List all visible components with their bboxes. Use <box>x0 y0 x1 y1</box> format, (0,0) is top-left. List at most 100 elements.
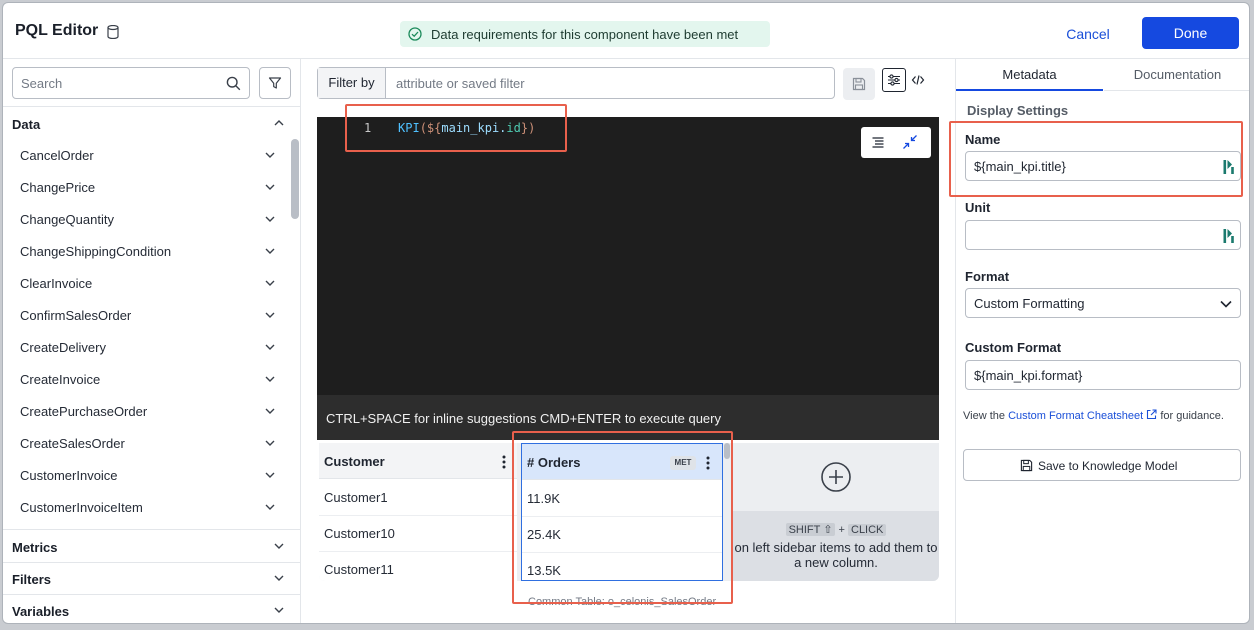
format-lines-icon[interactable] <box>871 135 885 149</box>
list-item-label: ClearInvoice <box>20 276 93 291</box>
table-scrollbar[interactable] <box>724 443 730 459</box>
common-table-label: Common Table: o_celonis_SalesOrder <box>528 596 717 608</box>
chevron-down-icon <box>265 184 275 190</box>
filter-input[interactable] <box>388 68 828 98</box>
list-item-label: CreateInvoice <box>20 372 101 387</box>
list-item[interactable]: ChangePrice <box>3 171 293 203</box>
list-item[interactable]: CustomerInvoice <box>3 459 293 491</box>
list-item[interactable]: CreatePurchaseOrder <box>3 395 293 427</box>
sliders-icon <box>888 74 900 86</box>
list-item[interactable]: ConfirmSalesOrder <box>3 299 293 331</box>
row-separator <box>319 551 517 552</box>
code-view-toggle[interactable] <box>906 68 930 92</box>
left-sidebar: Data CancelOrder ChangePrice ChangeQuant… <box>3 59 301 623</box>
custom-format-input[interactable] <box>966 361 1236 389</box>
banner-text: Data requirements for this component hav… <box>431 27 739 42</box>
list-item[interactable]: CreateInvoice <box>3 363 293 395</box>
list-item[interactable]: ChangeShippingCondition <box>3 235 293 267</box>
list-item-label: CreateSalesOrder <box>20 436 125 451</box>
chevron-down-icon <box>265 472 275 478</box>
list-item-label: CustomerInvoiceItem <box>20 500 143 515</box>
section-label: Metrics <box>12 540 58 555</box>
list-item[interactable]: ChangeQuantity <box>3 203 293 235</box>
row-separator <box>522 552 722 553</box>
unit-input[interactable] <box>966 221 1211 249</box>
database-icon[interactable] <box>107 25 119 39</box>
chevron-down-icon <box>265 376 275 382</box>
page-title: PQL Editor <box>15 22 99 39</box>
divider <box>3 529 300 530</box>
list-item-label: ConfirmSalesOrder <box>20 308 132 323</box>
table-column-orders: # Orders MET 11.9K 25.4K 13.5K <box>521 443 723 581</box>
view-toggle <box>882 68 930 92</box>
column-header-label: Customer <box>324 454 385 469</box>
table-cell: 13.5K <box>527 563 561 578</box>
code-line[interactable]: KPI(${main_kpi.id}) <box>398 121 535 135</box>
chevron-up-icon <box>274 120 284 126</box>
external-link-icon[interactable] <box>1146 409 1157 420</box>
code-token: (${ <box>419 121 442 135</box>
row-separator <box>522 516 722 517</box>
chevron-down-icon <box>1220 300 1232 308</box>
list-item[interactable]: CreateDelivery <box>3 331 293 363</box>
list-item[interactable]: CancelOrder <box>3 139 293 171</box>
add-column-tip-text: on left sidebar items to add them to a n… <box>734 540 938 570</box>
search-box <box>12 67 250 99</box>
list-item[interactable]: CustomerInvoiceItem <box>3 491 293 523</box>
cheatsheet-link[interactable]: Custom Format Cheatsheet <box>1008 410 1143 422</box>
table-cell: Customer1 <box>324 490 388 505</box>
done-button[interactable]: Done <box>1142 17 1239 49</box>
met-badge: MET <box>670 456 696 470</box>
format-select[interactable]: Custom Formatting <box>965 288 1241 318</box>
list-item[interactable]: ClearInvoice <box>3 267 293 299</box>
name-input[interactable] <box>966 152 1211 180</box>
floppy-disk-icon <box>852 77 866 91</box>
custom-format-label: Custom Format <box>965 340 1062 355</box>
code-editor[interactable]: 1 KPI(${main_kpi.id}) CTRL+SPACE for inl… <box>317 117 939 440</box>
cancel-button[interactable]: Cancel <box>1051 18 1125 50</box>
knowledge-model-icon[interactable] <box>1223 228 1235 244</box>
filter-button[interactable] <box>259 67 291 99</box>
add-column-tip: SHIFT ⇧ + CLICK on left sidebar items to… <box>733 511 939 581</box>
tab-metadata[interactable]: Metadata <box>956 59 1103 91</box>
section-label: Data <box>12 117 41 132</box>
display-settings-heading: Display Settings <box>967 103 1069 118</box>
add-column-icon[interactable] <box>820 461 852 493</box>
tab-documentation[interactable]: Documentation <box>1104 59 1249 91</box>
code-function: KPI <box>398 121 420 135</box>
section-data[interactable]: Data <box>3 108 300 140</box>
editor-hint: CTRL+SPACE for inline suggestions CMD+EN… <box>326 411 721 426</box>
section-filters[interactable]: Filters <box>3 563 300 595</box>
knowledge-model-icon[interactable] <box>1223 159 1235 175</box>
editor-toolbar <box>861 127 931 158</box>
format-help-text: View the Custom Format Cheatsheet for gu… <box>963 409 1233 423</box>
chevron-down-icon <box>265 440 275 446</box>
chevron-down-icon <box>265 216 275 222</box>
list-item-label: CreatePurchaseOrder <box>20 404 148 419</box>
save-to-knowledge-model-button[interactable]: Save to Knowledge Model <box>963 449 1241 481</box>
custom-format-field <box>965 360 1241 390</box>
format-label: Format <box>965 269 1010 284</box>
sidebar-scrollbar[interactable] <box>291 139 299 219</box>
list-item[interactable]: CreateSalesOrder <box>3 427 293 459</box>
kebab-menu-icon[interactable] <box>706 456 710 470</box>
save-filter-button[interactable] <box>843 68 875 100</box>
kebab-menu-icon[interactable] <box>502 455 506 469</box>
right-panel: Metadata Documentation Display Settings … <box>955 59 1249 623</box>
name-label: Name <box>965 132 1001 147</box>
data-list: CancelOrder ChangePrice ChangeQuantity C… <box>3 139 293 523</box>
chevron-down-icon <box>274 607 284 613</box>
collapse-icon[interactable] <box>902 134 918 150</box>
section-label: Variables <box>12 604 70 619</box>
list-item-label: CreateDelivery <box>20 340 106 355</box>
section-variables[interactable]: Variables <box>3 595 300 623</box>
settings-view-toggle[interactable] <box>882 68 906 92</box>
section-metrics[interactable]: Metrics <box>3 531 300 563</box>
click-key: CLICK <box>848 524 887 536</box>
chevron-down-icon <box>274 543 284 549</box>
search-icon[interactable] <box>226 76 241 91</box>
search-input[interactable] <box>13 68 218 98</box>
column-header[interactable]: Customer <box>319 443 517 479</box>
column-header[interactable]: # Orders MET <box>522 444 722 480</box>
plus-sign: + <box>838 524 845 536</box>
